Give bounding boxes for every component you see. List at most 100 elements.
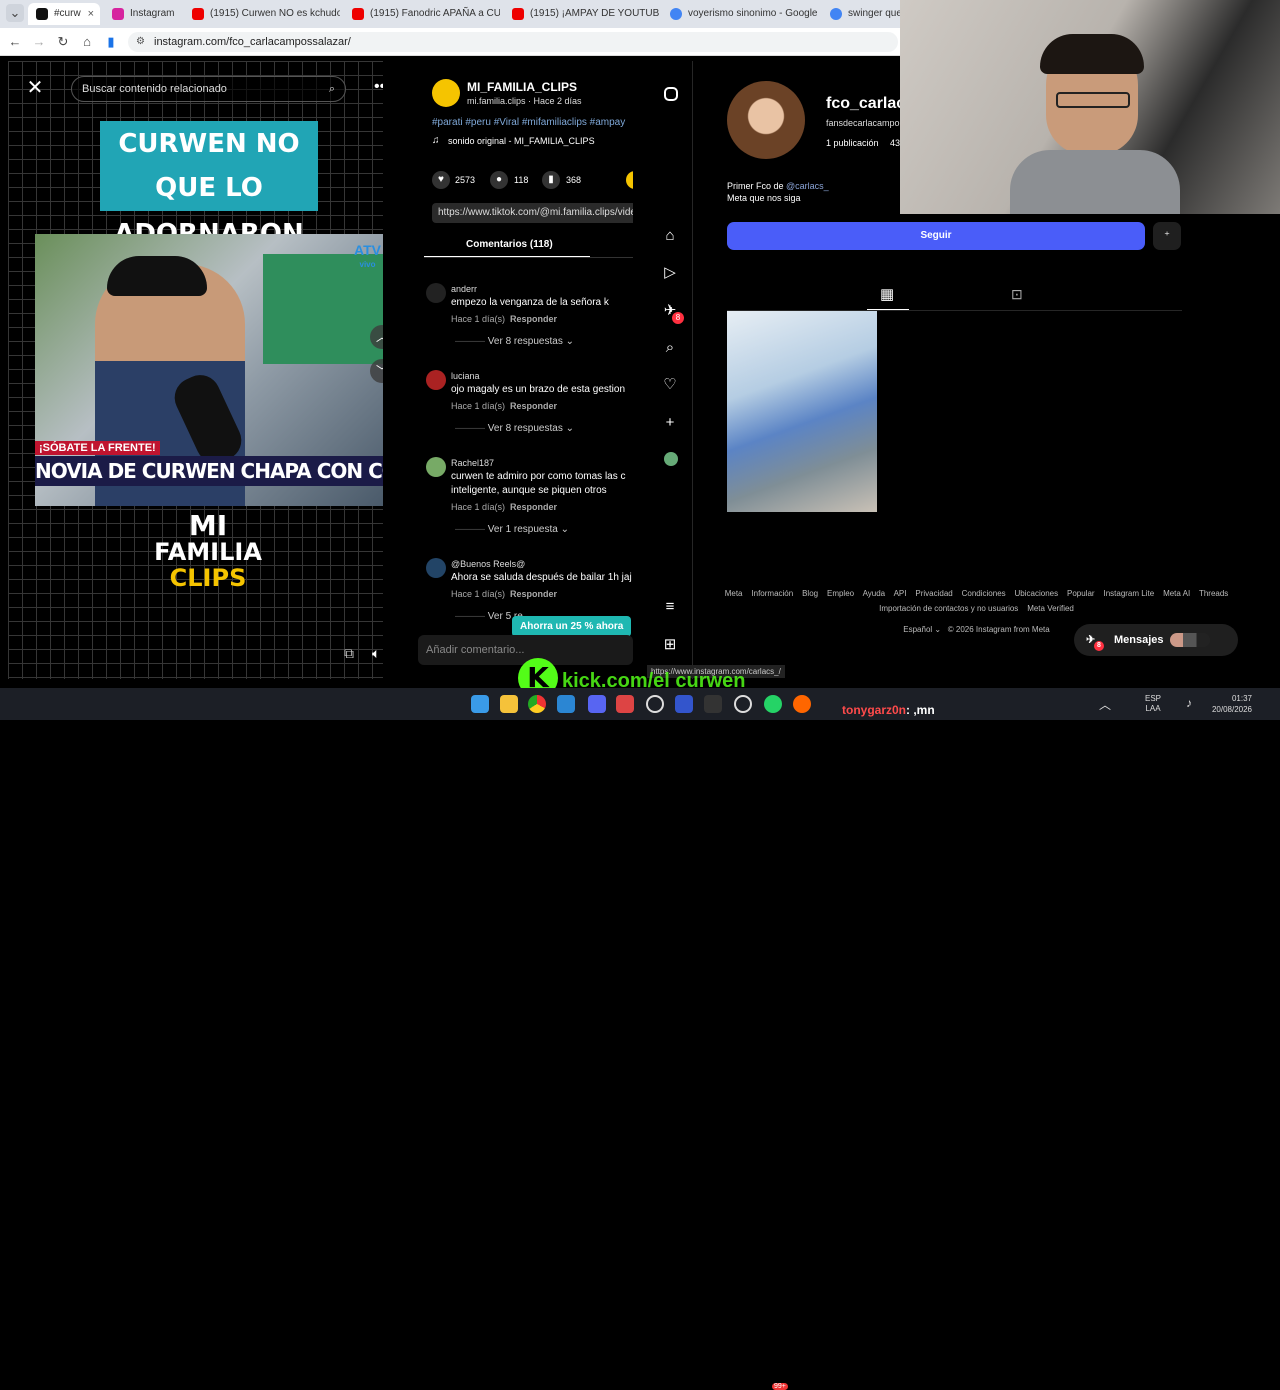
footer-link[interactable]: Meta Verified bbox=[1027, 604, 1074, 613]
comment-user[interactable]: @Buenos Reels@ bbox=[451, 559, 525, 569]
view-replies-button[interactable]: ——— Ver 1 respuesta ⌄ bbox=[455, 524, 569, 535]
account-name[interactable]: MI_FAMILIA_CLIPS bbox=[467, 80, 577, 94]
back-icon[interactable]: ← bbox=[6, 33, 24, 51]
comment-user[interactable]: Rachel187 bbox=[451, 458, 494, 468]
footer-link[interactable]: API bbox=[894, 589, 907, 598]
extension-icon[interactable]: ▮ bbox=[102, 33, 120, 51]
add-user-button[interactable]: ⁺ bbox=[1153, 222, 1181, 250]
heart-icon[interactable]: ♡ bbox=[661, 376, 679, 394]
account-avatar[interactable] bbox=[432, 79, 460, 107]
tray-chevron-icon[interactable]: ︿ bbox=[1099, 696, 1111, 713]
vscode-icon[interactable] bbox=[557, 695, 575, 713]
footer-link[interactable]: Empleo bbox=[827, 589, 854, 598]
footer-link[interactable]: Blog bbox=[802, 589, 818, 598]
tab-comments[interactable]: Comentarios (118) bbox=[466, 239, 553, 250]
create-icon[interactable]: + bbox=[661, 414, 679, 432]
clock[interactable]: 01:37 20/08/2026 bbox=[1208, 693, 1252, 715]
file-explorer-icon[interactable] bbox=[500, 695, 518, 713]
comment-avatar[interactable] bbox=[426, 457, 446, 477]
windows-start-icon[interactable] bbox=[471, 695, 489, 713]
reply-button[interactable]: Responder bbox=[510, 502, 557, 512]
home-icon[interactable]: ⌂ bbox=[661, 227, 679, 245]
more-options-icon[interactable]: ••• bbox=[374, 79, 383, 95]
footer-link[interactable]: Popular bbox=[1067, 589, 1095, 598]
bookmark-icon[interactable]: ▮ bbox=[542, 171, 560, 189]
post-thumbnail[interactable] bbox=[727, 311, 877, 512]
tab-menu-button[interactable]: ⌄ bbox=[6, 4, 24, 22]
volume-icon[interactable]: ♪ bbox=[1186, 696, 1192, 710]
tab-tiktok[interactable]: #curw × bbox=[28, 3, 100, 25]
comment-input[interactable]: Añadir comentario... bbox=[418, 635, 633, 665]
app-blue-icon[interactable] bbox=[675, 695, 693, 713]
related-search-input[interactable]: Buscar contenido relacionado ⌕ bbox=[71, 76, 346, 102]
promo-badge[interactable]: Ahorra un 25 % ahora bbox=[512, 616, 632, 637]
chatgpt-icon[interactable] bbox=[646, 695, 664, 713]
language-select[interactable]: Español bbox=[903, 625, 932, 634]
tagged-icon[interactable]: ⊡ bbox=[1011, 286, 1023, 303]
reel-video-panel[interactable]: ✕ Buscar contenido relacionado⌕ ••• CURW… bbox=[8, 61, 383, 679]
threads-icon[interactable]: ⊞ bbox=[661, 636, 679, 654]
whatsapp-icon[interactable] bbox=[764, 695, 782, 713]
reload-icon[interactable]: ↻ bbox=[54, 33, 72, 51]
follow-button[interactable]: Seguir bbox=[727, 222, 1145, 250]
sound-name[interactable]: sonido original - MI_FAMILIA_CLIPS bbox=[448, 136, 595, 146]
footer-link[interactable]: Meta bbox=[725, 589, 743, 598]
firefox-icon[interactable] bbox=[793, 695, 811, 713]
forward-icon[interactable]: → bbox=[30, 33, 48, 51]
share-icon[interactable] bbox=[626, 171, 633, 189]
footer-link[interactable]: Condiciones bbox=[962, 589, 1006, 598]
footer-link[interactable]: Threads bbox=[1199, 589, 1228, 598]
view-replies-button[interactable]: ——— Ver 8 respuestas ⌄ bbox=[455, 423, 574, 434]
profile-avatar-icon[interactable] bbox=[664, 452, 678, 466]
language-indicator[interactable]: ESP LAA bbox=[1145, 694, 1161, 714]
obs-icon[interactable] bbox=[734, 695, 752, 713]
view-replies-button[interactable]: ——— Ver 8 respuestas ⌄ bbox=[455, 336, 574, 347]
site-info-icon[interactable]: ⚙ bbox=[136, 32, 145, 52]
discord-icon[interactable] bbox=[588, 695, 606, 713]
tab-youtube-1[interactable]: (1915) Curwen NO es kchudo bbox=[184, 3, 340, 25]
tab-google-2[interactable]: swinger que sig bbox=[822, 3, 902, 25]
comment-avatar[interactable] bbox=[426, 283, 446, 303]
like-icon[interactable]: ♥ bbox=[432, 171, 450, 189]
comment-user[interactable]: anderr bbox=[451, 284, 477, 294]
pip-icon[interactable]: ⧉ bbox=[344, 645, 354, 662]
reply-button[interactable]: Responder bbox=[510, 589, 557, 599]
followers-count[interactable]: 43 bbox=[890, 138, 900, 148]
search-icon[interactable]: ⌕ bbox=[329, 77, 335, 101]
comment-avatar[interactable] bbox=[426, 370, 446, 390]
profile-avatar[interactable] bbox=[727, 81, 805, 159]
tab-instagram[interactable]: Instagram bbox=[104, 3, 178, 25]
footer-link[interactable]: Ubicaciones bbox=[1015, 589, 1059, 598]
comment-user[interactable]: luciana bbox=[451, 371, 480, 381]
reply-button[interactable]: Responder bbox=[510, 314, 557, 324]
chrome-icon[interactable] bbox=[528, 695, 546, 713]
footer-link[interactable]: Meta AI bbox=[1163, 589, 1190, 598]
search-icon[interactable]: ⌕ bbox=[661, 339, 679, 357]
footer-link[interactable]: Importación de contactos y no usuarios bbox=[879, 604, 1018, 613]
tab-youtube-2[interactable]: (1915) Fanodric APAÑA a CURW bbox=[344, 3, 500, 25]
footer-link[interactable]: Información bbox=[751, 589, 793, 598]
instagram-logo-icon[interactable] bbox=[664, 87, 678, 101]
tab-youtube-3[interactable]: (1915) ¡AMPAY DE YOUTUBER bbox=[504, 3, 660, 25]
reels-icon[interactable]: ▷ bbox=[661, 264, 679, 282]
grid-icon[interactable]: ▦ bbox=[880, 285, 894, 303]
app-icon[interactable] bbox=[616, 695, 634, 713]
footer-link[interactable]: Ayuda bbox=[863, 589, 886, 598]
comment-avatar[interactable] bbox=[426, 558, 446, 578]
comment-icon[interactable]: ● bbox=[490, 171, 508, 189]
reply-button[interactable]: Responder bbox=[510, 401, 557, 411]
volume-icon[interactable]: 🔈︎ bbox=[372, 645, 380, 662]
menu-icon[interactable]: ≡ bbox=[661, 598, 679, 616]
home-icon[interactable]: ⌂ bbox=[78, 33, 96, 51]
footer-link[interactable]: Instagram Lite bbox=[1103, 589, 1154, 598]
bio-mention-link[interactable]: @carlacs_ bbox=[786, 181, 829, 191]
footer-link[interactable]: Privacidad bbox=[915, 589, 952, 598]
terminal-icon[interactable] bbox=[704, 695, 722, 713]
post-hashtags[interactable]: #parati #peru #Viral #mifamiliaclips #am… bbox=[432, 117, 625, 128]
close-icon[interactable]: × bbox=[88, 3, 94, 25]
tab-google-1[interactable]: voyerismo sinonimo - Google S bbox=[662, 3, 818, 25]
close-icon[interactable]: ✕ bbox=[25, 78, 45, 98]
messages-button[interactable]: ✈ 8 Mensajes bbox=[1074, 624, 1238, 656]
url-field[interactable]: ⚙ instagram.com/fco_carlacampossalazar/ bbox=[128, 32, 898, 52]
post-link-field[interactable]: https://www.tiktok.com/@mi.familia.clips… bbox=[432, 203, 633, 223]
